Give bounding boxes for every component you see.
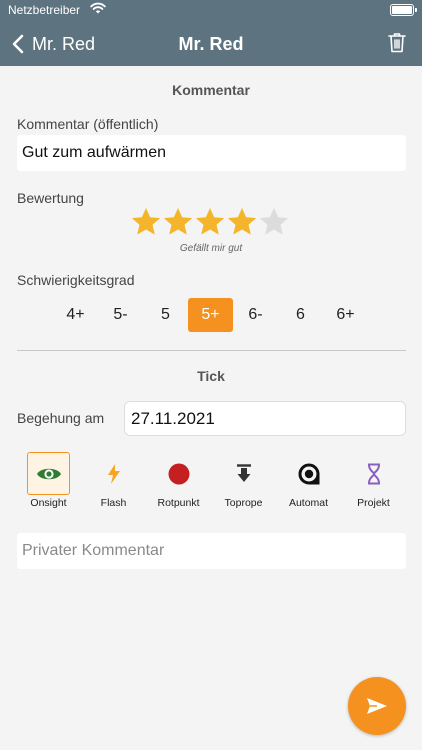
delete-button[interactable]: [388, 32, 406, 58]
send-icon: [367, 698, 387, 714]
tick-type-label: Onsight: [30, 497, 67, 509]
tick-type-label: Projekt: [357, 497, 390, 509]
tick-type-projekt[interactable]: Projekt: [341, 451, 406, 515]
star-filled-icon[interactable]: [194, 206, 226, 238]
tick-type-label: Automat: [288, 497, 329, 509]
wifi-icon: [90, 2, 106, 14]
hourglass-icon: [352, 452, 395, 495]
tick-type-label: Flash: [100, 497, 127, 509]
app-header: Netzbetreiber Mr. Red Mr. Red: [0, 0, 422, 66]
grade-option[interactable]: 6-: [233, 298, 278, 332]
tick-type-flash[interactable]: Flash: [81, 451, 146, 515]
difficulty-label: Schwierigkeitsgrad: [17, 272, 135, 288]
chevron-left-icon: [12, 34, 24, 54]
grade-option[interactable]: 6+: [323, 298, 368, 332]
back-label: Mr. Red: [32, 33, 96, 54]
public-comment-label: Kommentar (öffentlich): [17, 116, 159, 132]
rating-label: Bewertung: [17, 190, 84, 206]
grade-option[interactable]: 4+: [53, 298, 98, 332]
public-comment-field[interactable]: Gut zum aufwärmen: [17, 135, 406, 171]
section-divider: [17, 350, 406, 351]
toprope-icon: [222, 452, 265, 495]
tick-type-onsight[interactable]: Onsight: [16, 451, 81, 515]
tick-type-automat[interactable]: Automat: [276, 451, 341, 515]
grade-option[interactable]: 6: [278, 298, 323, 332]
grade-option[interactable]: 5: [143, 298, 188, 332]
trash-icon: [388, 33, 406, 53]
eye-icon: [27, 452, 70, 495]
tick-type-label: Rotpunkt: [157, 497, 200, 509]
tick-type-toprope[interactable]: Toprope: [211, 451, 276, 515]
send-button[interactable]: [348, 677, 406, 735]
star-filled-icon[interactable]: [226, 206, 258, 238]
grade-selector: 4+ 5- 5 5+ 6- 6 6+: [53, 298, 368, 332]
star-filled-icon[interactable]: [130, 206, 162, 238]
grade-option[interactable]: 5+: [188, 298, 233, 332]
grade-option[interactable]: 5-: [98, 298, 143, 332]
tick-section-title: Tick: [197, 368, 225, 384]
tick-type-label: Toprope: [224, 497, 263, 509]
tick-type-rotpunkt[interactable]: Rotpunkt: [146, 451, 211, 515]
comment-section-title: Kommentar: [172, 82, 250, 98]
automat-icon: [287, 452, 330, 495]
flash-icon: [92, 452, 135, 495]
rating-caption: Gefällt mir gut: [179, 243, 243, 254]
star-rating[interactable]: [130, 206, 290, 238]
status-bar: Netzbetreiber: [0, 0, 422, 22]
back-button[interactable]: Mr. Red: [12, 22, 95, 66]
tick-type-selector: Onsight Flash Rotpunkt Toprope Automat Projek…: [16, 451, 406, 515]
red-dot-icon: [157, 452, 200, 495]
private-comment-field[interactable]: Privater Kommentar: [17, 533, 406, 569]
date-field[interactable]: 27.11.2021: [124, 401, 406, 436]
battery-icon: [390, 4, 417, 16]
date-label: Begehung am: [17, 410, 105, 426]
star-empty-icon[interactable]: [258, 206, 290, 238]
carrier-label: Netzbetreiber: [8, 3, 81, 17]
star-filled-icon[interactable]: [162, 206, 194, 238]
navigation-bar: Mr. Red Mr. Red: [0, 22, 422, 66]
